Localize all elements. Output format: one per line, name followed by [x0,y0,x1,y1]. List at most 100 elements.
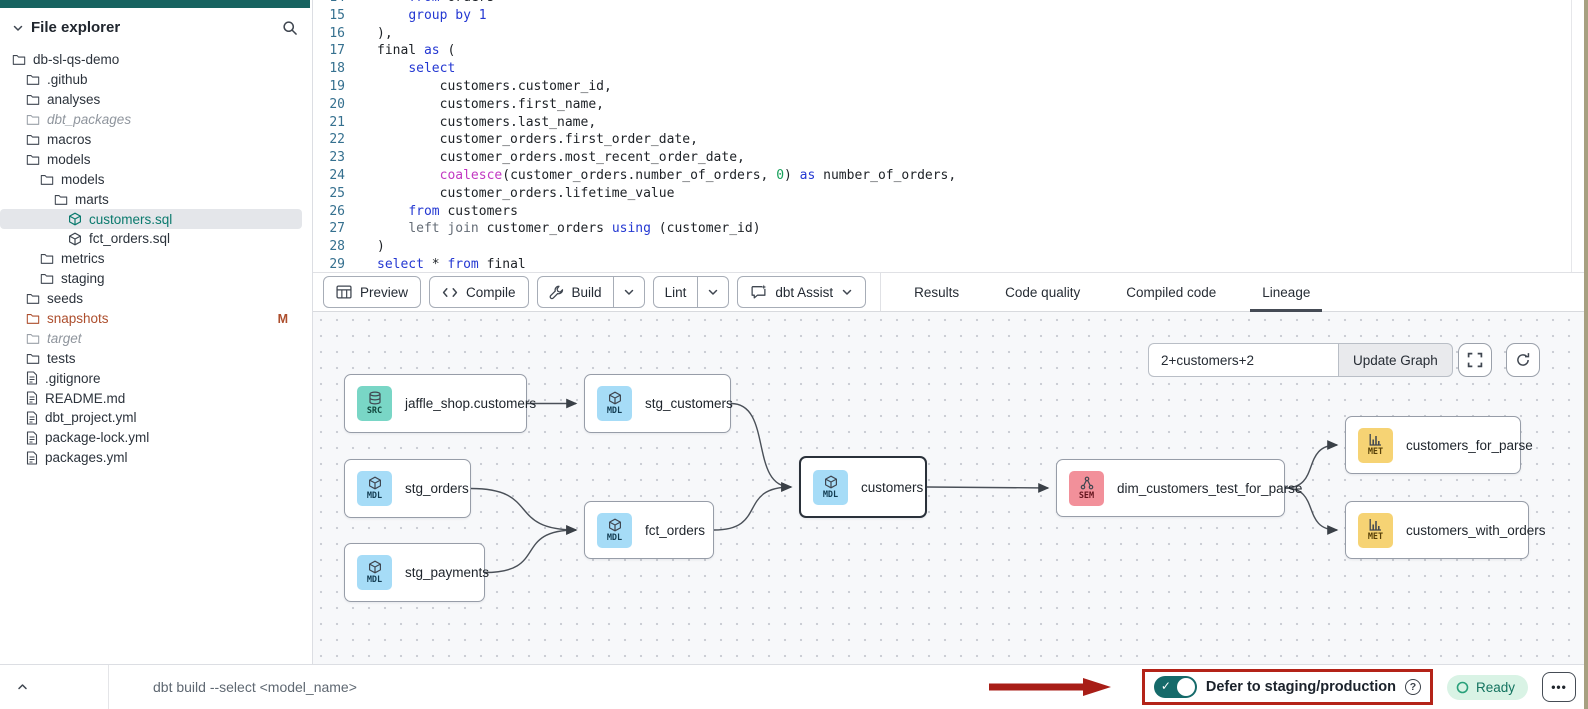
lineage-node-stg_payments[interactable]: MDLstg_payments [344,543,485,602]
editor-scrollbar[interactable] [1571,0,1572,272]
tree-item-db-sl-qs-demo[interactable]: db-sl-qs-demo [0,50,302,70]
lineage-node-stg_customers[interactable]: MDLstg_customers [584,374,731,433]
preview-button[interactable]: Preview [323,276,421,308]
lineage-selector-input[interactable] [1148,343,1338,377]
cube-icon [68,232,82,246]
update-graph-button[interactable]: Update Graph [1338,343,1453,377]
file-icon [26,411,38,425]
chevron-down-icon[interactable] [12,22,24,34]
more-menu-button[interactable]: ••• [1542,672,1576,702]
mdl-badge: MDL [357,471,392,506]
tree-item-packages-yml[interactable]: packages.yml [0,448,302,468]
lineage-node-customers[interactable]: MDLcustomers [799,456,927,518]
code-text: customer_orders.most_recent_order_date, [359,149,745,167]
sidebar-accent-bar [0,0,310,8]
code-editor[interactable]: 14 from orders15 group by 116),17final a… [313,0,1588,273]
tab-code-quality[interactable]: Code quality [997,273,1088,311]
tree-item-label: fct_orders.sql [89,231,170,246]
line-number: 18 [313,60,359,78]
refresh-icon [1515,352,1531,368]
tree-item-readme-md[interactable]: README.md [0,388,302,408]
code-text: final as ( [359,42,455,60]
tree-item-label: models [61,172,105,187]
build-button[interactable]: Build [538,277,613,307]
dbt-assist-button[interactable]: dbt Assist [737,276,866,308]
tab-compiled-code[interactable]: Compiled code [1118,273,1224,311]
code-line: 27 left join customer_orders using (cust… [313,220,1588,238]
tree-item-seeds[interactable]: seeds [0,289,302,309]
tree-item-label: target [47,331,82,346]
lineage-node-customers_with_orders[interactable]: METcustomers_with_orders [1345,501,1529,559]
lineage-node-customers_for_parse[interactable]: METcustomers_for_parse [1345,416,1521,474]
lineage-node-stg_orders[interactable]: MDLstg_orders [344,459,471,518]
lineage-node-dim_customers_test_for_parse[interactable]: SEMdim_customers_test_for_parse [1056,459,1285,517]
refresh-button[interactable] [1506,343,1540,377]
tree-item--gitignore[interactable]: .gitignore [0,368,302,388]
ready-label: Ready [1476,680,1515,695]
tree-item-dbt-packages[interactable]: dbt_packages [0,110,302,130]
tree-item-label: README.md [45,391,125,406]
tree-item-fct-orders-sql[interactable]: fct_orders.sql [0,229,302,249]
code-text: ) [359,238,385,256]
tree-item-tests[interactable]: tests [0,348,302,368]
tab-results[interactable]: Results [906,273,967,311]
tree-item-models[interactable]: models [0,149,302,169]
compile-button[interactable]: Compile [429,276,529,308]
edge-fct_orders-to-customers [714,487,791,530]
mdl-badge: MDL [597,513,632,548]
line-number: 23 [313,149,359,167]
lint-dropdown-button[interactable] [697,277,728,307]
build-dropdown-button[interactable] [613,277,644,307]
folder-icon [26,312,40,325]
defer-toggle[interactable]: ✓ [1154,676,1197,698]
code-text: customers.first_name, [359,96,604,114]
node-label: customers [861,480,923,495]
tree-item-target[interactable]: target [0,328,302,348]
tree-item-customers-sql[interactable]: customers.sql [0,209,302,229]
status-bar: ✓ Defer to staging/production ? Ready ••… [0,664,1588,709]
tree-item-models[interactable]: models [0,169,302,189]
collapse-panel-button[interactable] [12,681,32,693]
result-tabs: Results Code quality Compiled code Lineage [891,273,1333,311]
tab-lineage[interactable]: Lineage [1254,273,1318,311]
tree-item-metrics[interactable]: metrics [0,249,302,269]
tree-item-macros[interactable]: macros [0,130,302,150]
tree-item-staging[interactable]: staging [0,269,302,289]
lineage-node-jaffle_shop_customers[interactable]: SRCjaffle_shop.customers [344,374,527,433]
code-text: coalesce(customer_orders.number_of_order… [359,167,956,185]
tree-item-snapshots[interactable]: snapshotsM [0,309,302,329]
code-line: 15 group by 1 [313,7,1588,25]
chart-icon [1369,433,1382,446]
lineage-node-fct_orders[interactable]: MDLfct_orders [584,501,714,559]
file-tree: db-sl-qs-demo.githubanalyses dbt_packages… [0,42,312,468]
tree-item-marts[interactable]: marts [0,189,302,209]
code-line: 29select * from final [313,256,1588,273]
line-number: 27 [313,220,359,238]
tree-item-label: models [47,152,91,167]
code-text: from customers [359,203,518,221]
code-line: 21 customers.last_name, [313,114,1588,132]
code-text: customer_orders.lifetime_value [359,185,674,203]
code-lines: 14 from orders15 group by 116),17final a… [313,0,1588,273]
dbt-assist-label: dbt Assist [775,285,833,300]
tree-item-dbt-project-yml[interactable]: dbt_project.yml [0,408,302,428]
folder-icon [26,73,40,86]
badge-label: MDL [367,491,382,501]
code-line: 25 customer_orders.lifetime_value [313,185,1588,203]
fullscreen-button[interactable] [1458,343,1492,377]
code-line: 20 customers.first_name, [313,96,1588,114]
lint-button[interactable]: Lint [654,277,698,307]
cube-icon [368,476,382,490]
dbt-command-input[interactable] [153,679,987,695]
node-label: customers_for_parse [1406,438,1533,453]
preview-label: Preview [360,285,408,300]
tree-item--github[interactable]: .github [0,70,302,90]
tree-item-label: dbt_packages [47,112,131,127]
lineage-panel[interactable]: SRCjaffle_shop.customers MDLstg_customers… [313,312,1588,664]
tree-item-package-lock-yml[interactable]: package-lock.yml [0,428,302,448]
search-icon[interactable] [282,20,298,36]
tree-item-analyses[interactable]: analyses [0,90,302,110]
help-icon[interactable]: ? [1405,679,1421,695]
code-line: 28) [313,238,1588,256]
met-badge: MET [1358,513,1393,548]
